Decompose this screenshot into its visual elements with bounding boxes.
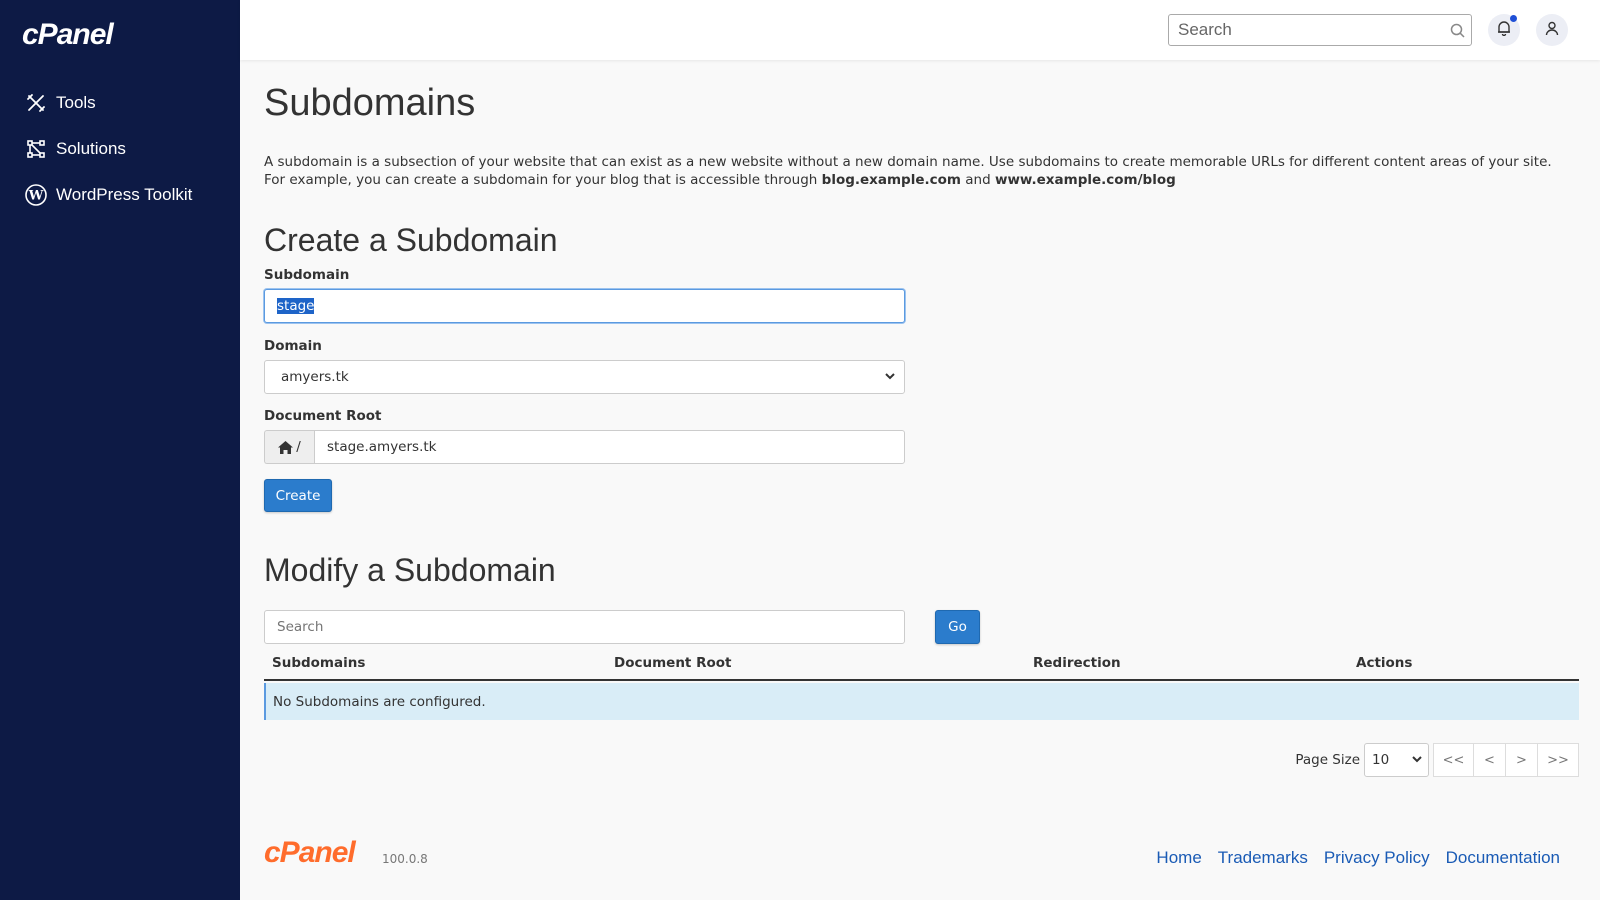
prev-page-button[interactable]: <: [1473, 743, 1506, 777]
wordpress-icon: W: [24, 183, 48, 207]
footer-link-documentation[interactable]: Documentation: [1446, 848, 1560, 868]
page-size-label: Page Size: [1295, 752, 1360, 768]
column-header-document-root[interactable]: Document Root: [614, 655, 731, 671]
last-page-button[interactable]: >>: [1537, 743, 1579, 777]
sidebar-item-solutions[interactable]: Solutions: [0, 126, 240, 172]
domain-select-value: amyers.tk: [281, 369, 349, 385]
page-size-select[interactable]: 10: [1364, 743, 1429, 777]
sidebar-item-label: Tools: [56, 93, 96, 112]
footer-link-home[interactable]: Home: [1156, 848, 1201, 868]
user-menu-button[interactable]: [1536, 14, 1568, 46]
version-number: 100.0.8: [382, 852, 428, 866]
solutions-icon: [24, 137, 48, 161]
sidebar-item-label: Solutions: [56, 139, 126, 158]
cpanel-logo[interactable]: cPanel: [22, 18, 114, 52]
sidebar-item-label: WordPress Toolkit: [56, 185, 193, 204]
user-icon: [1545, 21, 1559, 40]
sidebar-item-wordpress-toolkit[interactable]: W WordPress Toolkit: [0, 172, 240, 218]
subdomain-label: Subdomain: [264, 267, 350, 283]
page-title: Subdomains: [264, 82, 476, 124]
example-subdomain: blog.example.com: [821, 172, 961, 188]
domain-select[interactable]: amyers.tk: [264, 360, 905, 394]
pagination: Page Size 10 << < > >>: [1295, 743, 1579, 777]
go-button[interactable]: Go: [935, 610, 980, 644]
column-header-actions: Actions: [1356, 655, 1413, 671]
page-description: A subdomain is a subsection of your webs…: [264, 154, 1552, 188]
column-header-redirection[interactable]: Redirection: [1033, 655, 1121, 671]
docroot-prefix: /: [264, 430, 314, 464]
search-icon[interactable]: [1443, 23, 1471, 38]
svg-text:W: W: [28, 189, 44, 204]
docroot-label: Document Root: [264, 408, 382, 424]
sidebar: cPanel Tools Solutions W WordPress Toolk…: [0, 0, 240, 900]
bell-icon: [1497, 20, 1511, 40]
example-path: www.example.com/blog: [994, 172, 1176, 188]
docroot-field: / stage.amyers.tk: [264, 430, 905, 464]
global-search: [1168, 14, 1472, 46]
column-header-subdomains[interactable]: Subdomains: [272, 655, 365, 671]
create-section-title: Create a Subdomain: [264, 222, 558, 258]
subdomain-input-value: stage: [277, 298, 315, 314]
subdomain-input[interactable]: stage: [264, 289, 905, 323]
global-search-input[interactable]: [1169, 15, 1443, 45]
domain-label: Domain: [264, 338, 322, 354]
notification-dot: [1510, 15, 1517, 22]
docroot-input[interactable]: stage.amyers.tk: [314, 430, 905, 464]
subdomains-table-header: Subdomains Document Root Redirection Act…: [264, 648, 1579, 681]
next-page-button[interactable]: >: [1505, 743, 1538, 777]
chevron-down-icon: [884, 370, 896, 386]
subdomain-search-input[interactable]: [264, 610, 905, 644]
create-button[interactable]: Create: [264, 479, 332, 512]
tools-icon: [24, 91, 48, 115]
footer-link-privacy-policy[interactable]: Privacy Policy: [1324, 848, 1430, 868]
chevron-down-icon: [1411, 753, 1423, 769]
footer-cpanel-logo: cPanel: [264, 836, 356, 869]
sidebar-item-tools[interactable]: Tools: [0, 80, 240, 126]
empty-table-row: No Subdomains are configured.: [264, 683, 1579, 720]
top-bar: [240, 0, 1600, 60]
footer-link-trademarks[interactable]: Trademarks: [1218, 848, 1308, 868]
notifications-button[interactable]: [1488, 14, 1520, 46]
footer-links: Home Trademarks Privacy Policy Documenta…: [1156, 848, 1560, 868]
sidebar-nav: Tools Solutions W WordPress Toolkit: [0, 80, 240, 218]
first-page-button[interactable]: <<: [1433, 743, 1474, 777]
home-icon: [278, 440, 294, 454]
modify-section-title: Modify a Subdomain: [264, 552, 556, 588]
